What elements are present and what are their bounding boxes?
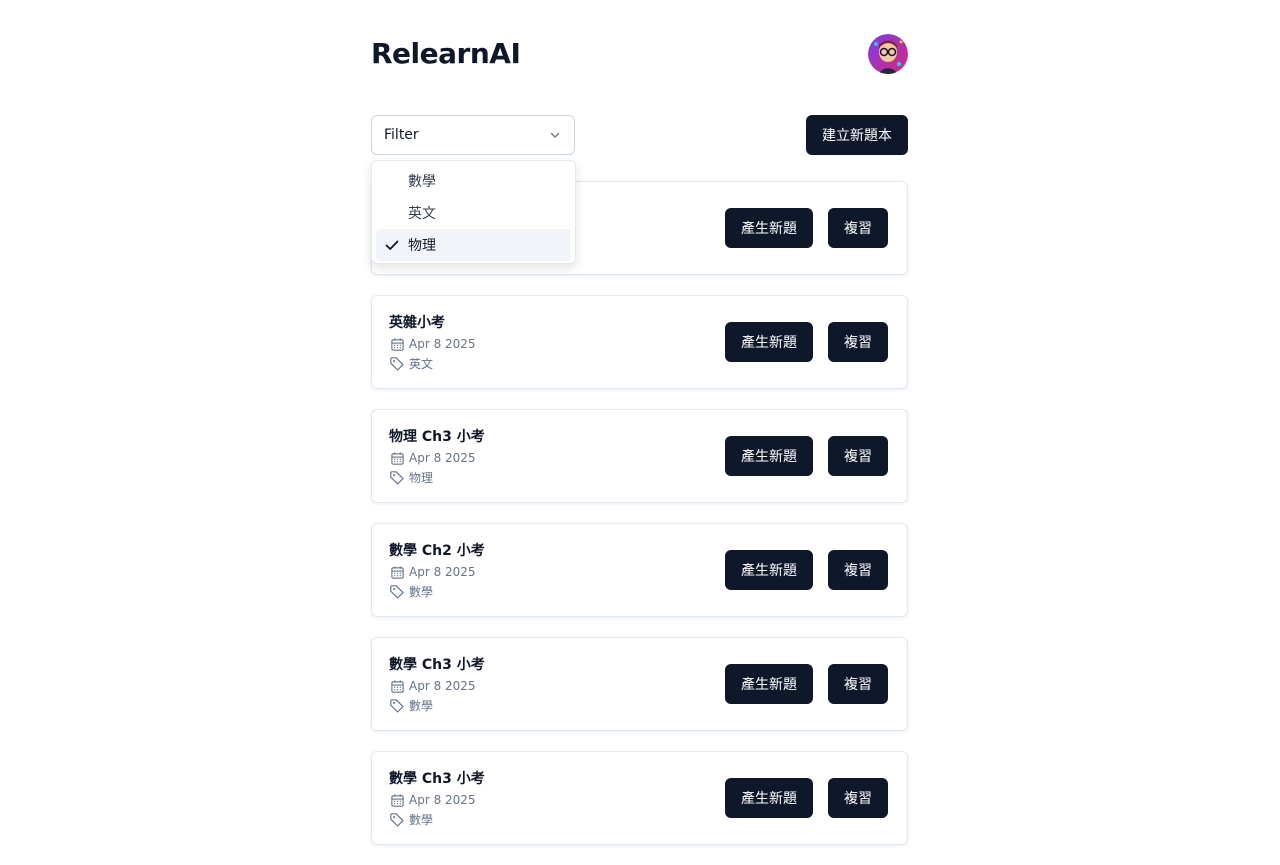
card-title: 物理 Ch3 小考 xyxy=(389,429,485,445)
app-title: RelearnAI xyxy=(371,37,521,70)
card-date: Apr 8 2025 xyxy=(389,792,476,808)
filter-option-physics[interactable]: 物理 xyxy=(376,229,571,261)
option-label: 數學 xyxy=(408,174,436,190)
generate-button[interactable]: 產生新題 xyxy=(725,436,813,476)
card-title: 英雜小考 xyxy=(389,315,445,331)
calendar-icon xyxy=(389,792,405,808)
tag-icon xyxy=(389,812,405,828)
avatar[interactable] xyxy=(868,34,908,74)
card-tag: 物理 xyxy=(389,470,433,486)
filter-select[interactable]: Filter xyxy=(371,115,575,155)
generate-button[interactable]: 產生新題 xyxy=(725,322,813,362)
list-item: 英雜小考 Apr 8 2025 英文 產生新題 複習 xyxy=(371,295,908,389)
review-button[interactable]: 複習 xyxy=(828,550,888,590)
tag-icon xyxy=(389,584,405,600)
generate-button[interactable]: 產生新題 xyxy=(725,550,813,590)
filter-option-math[interactable]: 數學 xyxy=(376,165,571,197)
review-button[interactable]: 複習 xyxy=(828,436,888,476)
generate-button[interactable]: 產生新題 xyxy=(725,664,813,704)
tag-icon xyxy=(389,356,405,372)
list-item: 物理 Ch3 小考 Apr 8 2025 物理 產生新題 複習 xyxy=(371,409,908,503)
filter-dropdown: 數學 英文 物理 xyxy=(371,160,576,264)
tag-icon xyxy=(389,698,405,714)
card-date: Apr 8 2025 xyxy=(389,336,476,352)
list-item: 數學 Ch3 小考 Apr 8 2025 數學 產生新題 複習 xyxy=(371,637,908,731)
review-button[interactable]: 複習 xyxy=(828,322,888,362)
calendar-icon xyxy=(389,336,405,352)
generate-button[interactable]: 產生新題 xyxy=(725,778,813,818)
tag-text: 物理 xyxy=(409,471,434,485)
tag-text: 數學 xyxy=(409,813,434,827)
card-title: 數學 Ch3 小考 xyxy=(389,657,485,673)
card-tag: 數學 xyxy=(389,698,433,714)
list-item: 數學 Ch2 小考 Apr 8 2025 數學 產生新題 複習 xyxy=(371,523,908,617)
workbook-list: 產生新題 複習 英雜小考 Apr 8 2025 英文 產生新題 複習 物理 Ch… xyxy=(371,181,908,865)
list-item: 數學 Ch3 小考 Apr 8 2025 數學 產生新題 複習 xyxy=(371,751,908,845)
card-date: Apr 8 2025 xyxy=(389,450,476,466)
header: RelearnAI xyxy=(371,34,908,74)
card-title: 數學 Ch2 小考 xyxy=(389,543,485,559)
option-label: 英文 xyxy=(408,206,436,222)
calendar-icon xyxy=(389,564,405,580)
tag-text: 數學 xyxy=(409,699,434,713)
review-button[interactable]: 複習 xyxy=(828,664,888,704)
toolbar: Filter 建立新題本 xyxy=(371,115,908,155)
card-date: Apr 8 2025 xyxy=(389,678,476,694)
date-text: Apr 8 2025 xyxy=(409,679,476,693)
review-button[interactable]: 複習 xyxy=(828,208,888,248)
calendar-icon xyxy=(389,450,405,466)
generate-button[interactable]: 產生新題 xyxy=(725,208,813,248)
check-icon xyxy=(384,237,400,253)
avatar-icon xyxy=(868,34,908,74)
tag-text: 數學 xyxy=(409,585,434,599)
card-tag: 數學 xyxy=(389,584,433,600)
date-text: Apr 8 2025 xyxy=(409,793,476,807)
card-date: Apr 8 2025 xyxy=(389,564,476,580)
card-tag: 數學 xyxy=(389,812,433,828)
date-text: Apr 8 2025 xyxy=(409,451,476,465)
filter-option-english[interactable]: 英文 xyxy=(376,197,571,229)
create-workbook-button[interactable]: 建立新題本 xyxy=(806,115,908,155)
calendar-icon xyxy=(389,678,405,694)
review-button[interactable]: 複習 xyxy=(828,778,888,818)
date-text: Apr 8 2025 xyxy=(409,565,476,579)
card-title: 數學 Ch3 小考 xyxy=(389,771,485,787)
option-label: 物理 xyxy=(408,238,436,254)
card-tag: 英文 xyxy=(389,356,433,372)
tag-icon xyxy=(389,470,405,486)
tag-text: 英文 xyxy=(409,357,434,371)
filter-label: Filter xyxy=(384,127,419,143)
chevron-down-icon xyxy=(548,128,562,142)
date-text: Apr 8 2025 xyxy=(409,337,476,351)
